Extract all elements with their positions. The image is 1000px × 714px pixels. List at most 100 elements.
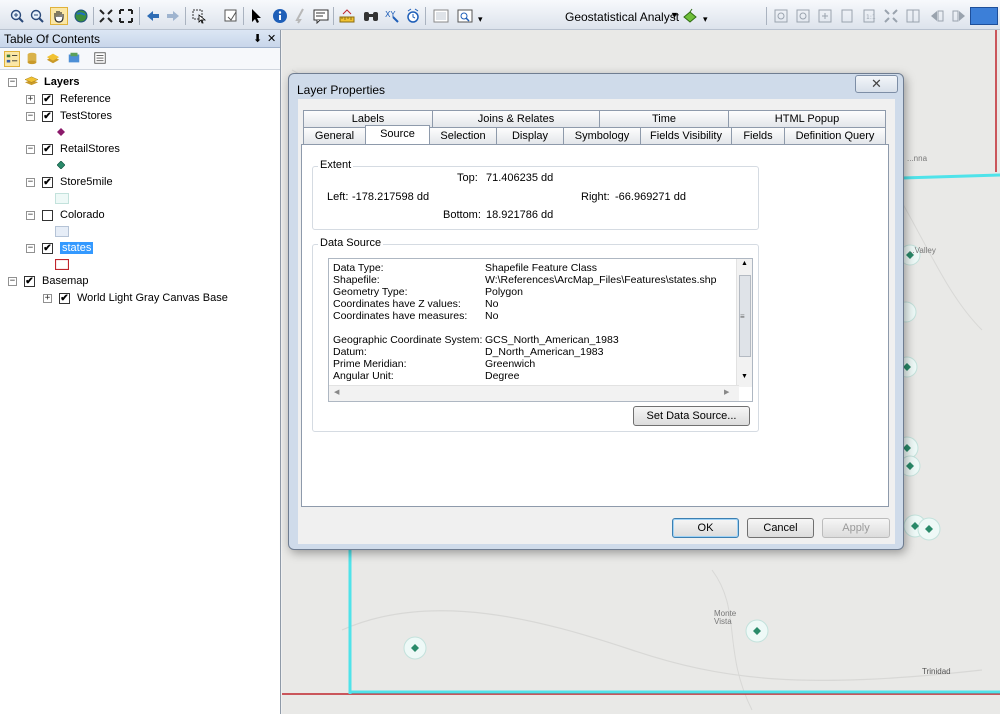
source-tab-panel: Extent Top: 71.406235 dd Left: -178.2175… (301, 144, 889, 507)
ok-button[interactable]: OK (672, 518, 739, 538)
cancel-button[interactable]: Cancel (747, 518, 814, 538)
tree-row-layers[interactable]: − Layers (8, 74, 79, 90)
tree-row-store5mile[interactable]: − ✔ Store5mile (26, 174, 113, 190)
layer-checkbox[interactable]: ✔ (42, 93, 53, 105)
fixed-zoom-in-icon[interactable] (97, 7, 115, 25)
tab-fields[interactable]: Fields (731, 127, 785, 144)
shrink-layout-icon[interactable] (904, 7, 922, 25)
pan-icon[interactable] (50, 7, 68, 25)
list-by-source-icon[interactable] (25, 51, 41, 67)
html-popup-icon[interactable] (312, 7, 330, 25)
map-place-label: ...Valley (908, 246, 936, 255)
scroll-up-icon[interactable]: ▲ (741, 260, 748, 267)
layer-checkbox[interactable] (42, 209, 53, 221)
layer-checkbox[interactable]: ✔ (59, 292, 70, 304)
layer-checkbox[interactable]: ✔ (42, 176, 53, 188)
horizontal-scrollbar[interactable]: ◀ ▶ (329, 385, 739, 401)
tab-display[interactable]: Display (496, 127, 564, 144)
time-slider-icon[interactable] (404, 7, 422, 25)
hyperlink-icon[interactable] (292, 7, 310, 25)
tree-row-basemap[interactable]: − ✔ Basemap (8, 273, 88, 289)
overview-icon[interactable] (456, 7, 474, 25)
tree-row-retailstores[interactable]: − ✔ RetailStores (26, 141, 120, 157)
fixed-zoom-out-icon[interactable] (117, 7, 135, 25)
tab-html-popup[interactable]: HTML Popup (728, 110, 886, 127)
layer-checkbox[interactable]: ✔ (42, 242, 53, 254)
collapse-icon[interactable]: − (8, 77, 17, 87)
zoom-whole-page-icon[interactable] (838, 7, 856, 25)
layer-checkbox[interactable]: ✔ (42, 143, 53, 155)
data-source-group-title: Data Source (318, 237, 384, 249)
zoom-in-icon[interactable] (8, 7, 26, 25)
identify-icon[interactable] (271, 7, 289, 25)
geostatistical-analyst-menu[interactable]: Geostatistical Analyst (565, 10, 679, 24)
expand-icon[interactable]: + (26, 94, 35, 104)
chevron-down-icon[interactable]: ▼ (670, 10, 679, 20)
tree-row-world-light-gray[interactable]: + ✔ World Light Gray Canvas Base (43, 290, 228, 306)
expand-icon[interactable]: + (43, 293, 52, 303)
select-elements-icon[interactable] (247, 7, 265, 25)
collapse-icon[interactable]: − (26, 177, 35, 187)
fixed-zoom-layout-icon[interactable] (882, 7, 900, 25)
back-icon[interactable] (144, 7, 162, 25)
create-viewer-icon[interactable] (432, 7, 450, 25)
zoom-percent-box[interactable] (970, 7, 998, 25)
select-features-icon[interactable] (190, 7, 208, 25)
zoom-100-icon[interactable]: 1:1 (860, 7, 878, 25)
scroll-down-icon[interactable]: ▼ (741, 373, 748, 380)
list-by-selection-icon[interactable] (67, 51, 83, 67)
tab-time[interactable]: Time (599, 110, 729, 127)
collapse-icon[interactable]: − (8, 276, 17, 286)
tree-label-reference: Reference (60, 93, 111, 105)
options-icon[interactable] (93, 51, 109, 67)
geostatistical-wizard-icon[interactable] (681, 7, 699, 25)
tree-row-teststores[interactable]: − ✔ TestStores (26, 108, 112, 124)
scroll-left-icon[interactable]: ◀ (334, 388, 339, 396)
forward-icon[interactable] (164, 7, 182, 25)
tab-source[interactable]: Source (365, 125, 430, 144)
tree-row-colorado[interactable]: − Colorado (26, 207, 105, 223)
zoom-out-icon[interactable] (28, 7, 46, 25)
vertical-scrollbar[interactable]: ▲ ≡ ▼ (736, 259, 752, 387)
list-by-visibility-icon[interactable] (46, 51, 62, 67)
layout-zoom-in-icon[interactable] (772, 7, 790, 25)
measure-icon[interactable] (338, 7, 356, 25)
layout-pan-icon[interactable] (816, 7, 834, 25)
layout-zoom-out-icon[interactable] (794, 7, 812, 25)
layer-checkbox[interactable]: ✔ (42, 110, 53, 122)
clear-selection-icon[interactable] (222, 7, 240, 25)
tab-definition-query[interactable]: Definition Query (784, 127, 886, 144)
collapse-icon[interactable]: − (26, 243, 35, 253)
pin-icon[interactable]: ⬇ (253, 30, 262, 48)
source-value: Greenwich (485, 358, 536, 370)
collapse-icon[interactable]: − (26, 111, 35, 121)
map-place-label: ...nna (907, 154, 928, 163)
tab-fields-visibility[interactable]: Fields Visibility (640, 127, 732, 144)
tab-symbology[interactable]: Symbology (563, 127, 641, 144)
tab-selection[interactable]: Selection (429, 127, 497, 144)
teststores-symbol-icon (57, 127, 65, 139)
find-icon[interactable] (362, 7, 380, 25)
previous-extent-layout-icon[interactable] (928, 7, 946, 25)
scroll-right-icon[interactable]: ▶ (724, 388, 729, 396)
layer-checkbox[interactable]: ✔ (24, 275, 35, 287)
tab-joins-relates[interactable]: Joins & Relates (432, 110, 600, 127)
go-to-xy-icon[interactable]: XY (383, 7, 401, 25)
toolbar-overflow-icon[interactable]: ▾ (478, 14, 483, 25)
collapse-icon[interactable]: − (26, 144, 35, 154)
tree-row-states[interactable]: − ✔ states (26, 240, 94, 256)
set-data-source-button[interactable]: Set Data Source... (633, 406, 750, 426)
toolbar-overflow-icon[interactable]: ▾ (703, 14, 708, 25)
tree-row-reference[interactable]: + ✔ Reference (26, 91, 111, 107)
apply-button[interactable]: Apply (822, 518, 890, 538)
close-icon[interactable]: ✕ (855, 75, 898, 93)
list-by-drawing-order-icon[interactable] (4, 51, 20, 67)
next-extent-layout-icon[interactable] (950, 7, 968, 25)
data-source-details-box[interactable]: Data Type: Shapefile Feature Class Shape… (328, 258, 753, 402)
dialog-title: Layer Properties (297, 83, 386, 97)
collapse-icon[interactable]: − (26, 210, 35, 220)
tab-general[interactable]: General (303, 127, 366, 144)
source-value: No (485, 298, 499, 310)
full-extent-icon[interactable] (72, 7, 90, 25)
close-icon[interactable]: ✕ (267, 30, 276, 48)
